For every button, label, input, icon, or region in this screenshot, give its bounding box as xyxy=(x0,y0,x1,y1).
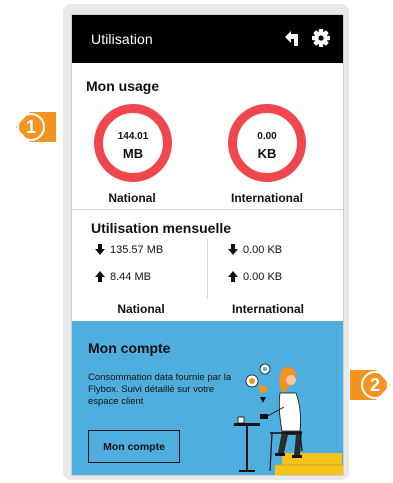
app-screen: Utilisation Mon usage 144.01 MB National… xyxy=(71,14,344,476)
column-divider xyxy=(207,239,208,299)
international-usage-label: International xyxy=(230,191,303,205)
account-panel: Mon compte Consommation data fournie par… xyxy=(72,321,343,475)
upload-arrow-icon xyxy=(95,271,105,282)
callout-1-number: 1 xyxy=(25,117,36,137)
monthly-title: Utilisation mensuelle xyxy=(91,220,232,236)
international-usage-ring: 0.00 KB xyxy=(228,104,306,182)
download-arrow-icon xyxy=(95,244,105,255)
international-usage-unit: KB xyxy=(257,146,277,161)
monthly-national-label: National xyxy=(117,302,165,316)
national-usage-label: National xyxy=(108,191,156,205)
international-usage-value: 0.00 xyxy=(257,131,277,142)
account-title: Mon compte xyxy=(88,340,171,356)
gear-icon[interactable] xyxy=(311,28,331,48)
international-upload-value: 0.00 KB xyxy=(243,271,283,283)
account-description: Consommation data fournie par la Flybox.… xyxy=(88,372,232,407)
national-upload-value: 8.44 MB xyxy=(110,271,151,283)
national-usage-ring: 144.01 MB xyxy=(94,104,172,182)
page-title: Utilisation xyxy=(91,31,153,47)
section-divider xyxy=(72,209,343,210)
person-at-table-illustration xyxy=(234,363,343,475)
international-download-value: 0.00 KB xyxy=(243,244,283,256)
callout-2: 2 xyxy=(350,370,390,400)
monthly-international-label: International xyxy=(231,302,304,316)
national-usage-value: 144.01 xyxy=(117,131,149,142)
back-arrow-icon[interactable] xyxy=(282,28,302,48)
callout-1: 1 xyxy=(16,112,56,142)
national-usage-unit: MB xyxy=(122,146,144,161)
top-bar: Utilisation xyxy=(72,15,343,63)
national-download-value: 135.57 MB xyxy=(110,244,164,256)
download-arrow-icon xyxy=(228,244,238,255)
callout-2-number: 2 xyxy=(369,375,380,395)
usage-title: Mon usage xyxy=(86,78,160,94)
upload-arrow-icon xyxy=(228,271,238,282)
account-button[interactable]: Mon compte xyxy=(88,430,180,463)
